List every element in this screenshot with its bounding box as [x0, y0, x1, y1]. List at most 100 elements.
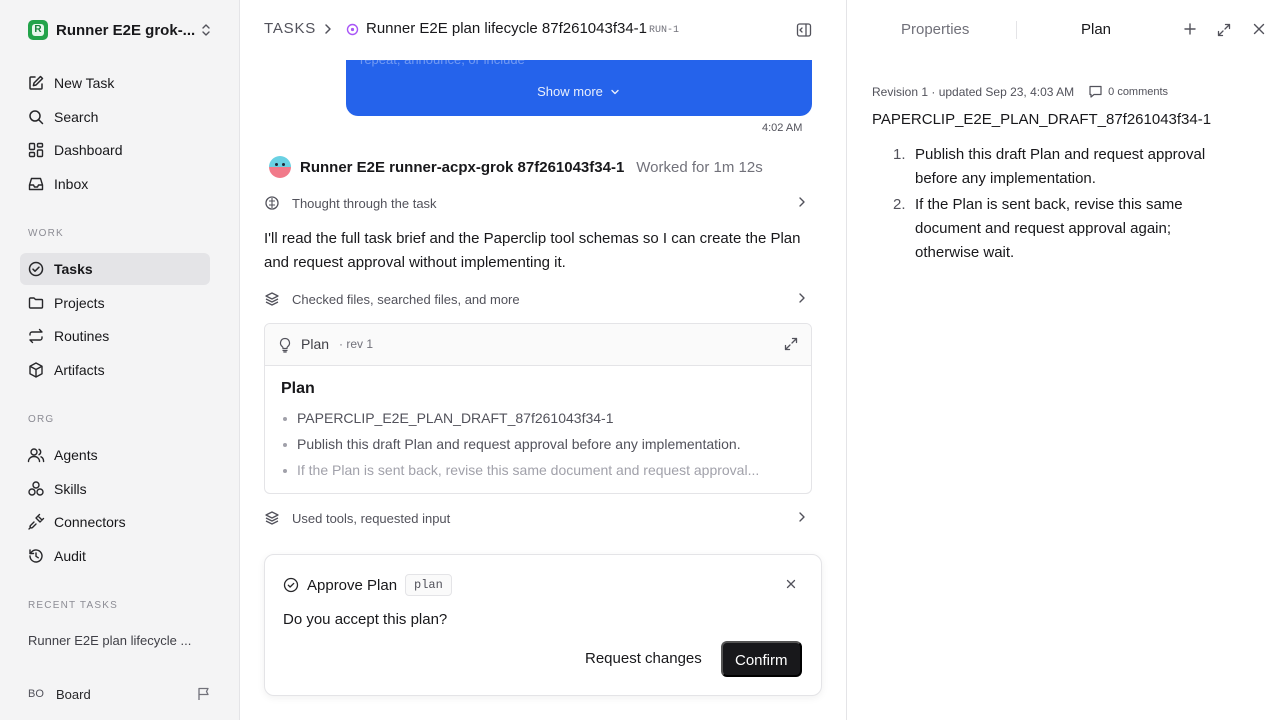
workspace-name: Runner E2E grok-... [56, 21, 196, 39]
plan-item: Publish this draft Plan and request appr… [281, 436, 791, 462]
comments-button[interactable]: 0 comments [1088, 84, 1168, 99]
nav-connectors-label: Connectors [54, 514, 126, 530]
plan-item-list: PAPERCLIP_E2E_PLAN_DRAFT_87f261043f34-1 … [281, 410, 791, 488]
flag-icon[interactable] [196, 686, 212, 702]
search-icon [29, 110, 44, 125]
breadcrumb: TASKS Runner E2E plan lifecycle 87f26104… [240, 0, 846, 60]
agent-name: Runner E2E runner-acpx-grok 87f261043f34… [300, 158, 625, 176]
thought-step[interactable]: Thought through the task [264, 193, 812, 213]
nav-connectors[interactable]: Connectors [20, 506, 210, 538]
workspace-logo: R [28, 20, 48, 40]
plan-item: If the Plan is sent back, revise this sa… [281, 462, 791, 488]
comments-count: 0 comments [1108, 85, 1169, 98]
nav-skills[interactable]: Skills [20, 473, 210, 505]
plan-heading: Plan [281, 380, 315, 397]
approval-tag: plan [405, 574, 452, 596]
message-timestamp: 4:02 AM [762, 122, 803, 134]
plan-card-revision: · rev 1 [339, 337, 374, 351]
check-circle-icon [28, 261, 44, 277]
page-title: Runner E2E plan lifecycle 87f261043f34-1 [366, 20, 648, 37]
section-label-work: WORK [28, 228, 64, 239]
tab-divider [1016, 21, 1017, 39]
inbox-icon [28, 177, 44, 191]
worked-duration: Worked for 1m 12s [636, 158, 763, 176]
breadcrumb-tasks[interactable]: TASKS [264, 20, 316, 37]
show-more-button[interactable]: Show more [346, 84, 812, 99]
run-badge: RUN-1 [649, 25, 680, 36]
lightbulb-icon [279, 337, 291, 353]
check-circle-icon [283, 577, 299, 593]
nav-search[interactable]: Search [20, 101, 210, 133]
nav-skills-label: Skills [54, 481, 87, 497]
nav-new-task[interactable]: New Task [20, 67, 210, 99]
maximize-icon[interactable] [1216, 22, 1232, 38]
panel-toggle-icon[interactable] [796, 22, 812, 38]
chevrons-up-down-icon [202, 24, 210, 36]
recent-task-item[interactable]: Runner E2E plan lifecycle ... [28, 633, 191, 648]
brain-icon [265, 196, 279, 210]
expand-icon[interactable] [783, 336, 799, 352]
plan-card[interactable]: Plan · rev 1 Plan PAPERCLIP_E2E_PLAN_DRA… [264, 323, 812, 494]
plan-card-label: Plan [301, 336, 330, 352]
close-icon[interactable] [1252, 22, 1266, 36]
layers-icon [265, 511, 279, 525]
plan-step-text: Publish this draft Plan and request appr… [915, 146, 1206, 187]
nav-tasks[interactable]: Tasks [20, 253, 210, 285]
layers-icon [265, 292, 279, 306]
nav-audit-label: Audit [54, 548, 86, 564]
boxes-icon [28, 481, 44, 496]
plus-icon[interactable] [1183, 22, 1197, 36]
dashboard-icon [28, 142, 44, 158]
tab-properties[interactable]: Properties [901, 21, 969, 38]
revision-info: Revision 1 · updated Sep 23, 4:03 AM 0 c… [872, 84, 1168, 99]
plug-icon [28, 513, 45, 530]
agent-avatar [269, 156, 291, 178]
nav-dashboard[interactable]: Dashboard [20, 134, 210, 166]
close-icon[interactable] [785, 578, 797, 590]
section-label-recent: RECENT TASKS [28, 600, 118, 611]
plan-step-number: 1. [893, 146, 906, 163]
folder-icon [28, 297, 44, 309]
chevron-right-icon [325, 24, 331, 34]
tab-plan[interactable]: Plan [1081, 21, 1111, 38]
plan-item: PAPERCLIP_E2E_PLAN_DRAFT_87f261043f34-1 [281, 410, 791, 436]
comment-icon [1089, 85, 1102, 98]
approval-question: Do you accept this plan? [283, 611, 448, 628]
workspace-switcher[interactable]: R Runner E2E grok-... [28, 19, 212, 41]
approval-dialog: Approve Plan plan Do you accept this pla… [264, 554, 822, 696]
agent-message: I'll read the full task brief and the Pa… [264, 230, 801, 271]
sidebar: R Runner E2E grok-... New Task Search Da… [0, 0, 240, 720]
checked-files-step[interactable]: Checked files, searched files, and more [264, 289, 812, 309]
user-name: Board [56, 686, 91, 702]
repeat-icon [29, 328, 43, 344]
nav-inbox-label: Inbox [54, 176, 89, 192]
chevron-right-icon [799, 512, 805, 522]
user-menu[interactable]: BO Board [28, 684, 214, 704]
nav-agents-label: Agents [54, 447, 98, 463]
plan-step: 2. If the Plan is sent back, revise this … [887, 193, 1237, 265]
nav-routines[interactable]: Routines [20, 320, 210, 352]
chevron-right-icon [799, 293, 805, 303]
plan-steps-list: 1. Publish this draft Plan and request ap… [887, 143, 1237, 267]
confirm-button[interactable]: Confirm [721, 641, 802, 677]
nav-projects-label: Projects [54, 295, 105, 311]
nav-inbox[interactable]: Inbox [20, 168, 210, 200]
chevron-right-icon [799, 197, 805, 207]
nav-artifacts[interactable]: Artifacts [20, 354, 210, 386]
nav-audit[interactable]: Audit [20, 540, 210, 572]
plan-panel: Properties Plan Revision 1 · updated Sep… [846, 0, 1280, 720]
nav-agents[interactable]: Agents [20, 439, 210, 471]
chevron-down-icon [611, 89, 619, 94]
history-icon [29, 549, 43, 563]
nav-search-label: Search [54, 109, 99, 125]
nav-artifacts-label: Artifacts [54, 362, 105, 378]
task-thread: repeat, announce, or include Show more T… [240, 0, 846, 720]
plan-card-header: Plan · rev 1 [265, 324, 811, 366]
used-tools-step[interactable]: Used tools, requested input [264, 508, 812, 528]
document-title: PAPERCLIP_E2E_PLAN_DRAFT_87f261043f34-1 [872, 111, 1212, 128]
box-icon [29, 362, 43, 378]
nav-projects[interactable]: Projects [20, 287, 210, 319]
revision-text: Revision 1 · updated Sep 23, 4:03 AM [872, 84, 1075, 99]
status-circle-icon [346, 23, 359, 36]
request-changes-button[interactable]: Request changes [575, 641, 712, 677]
